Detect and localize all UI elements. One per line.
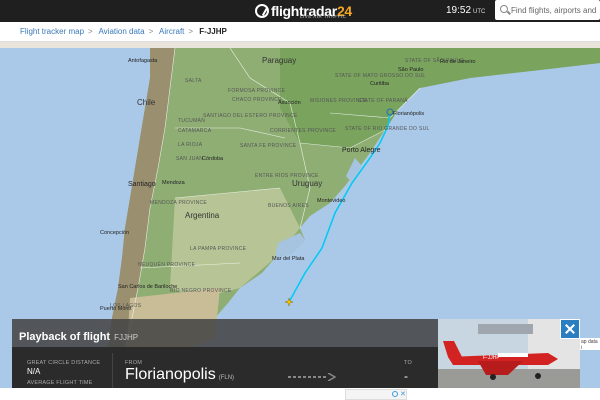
breadcrumb-current: F-JJHP bbox=[199, 27, 227, 36]
breadcrumb: Flight tracker map > Aviation data > Aircr… bbox=[0, 22, 600, 42]
avg-flight-time-label: AVERAGE FLIGHT TIME bbox=[27, 380, 93, 386]
utc-clock: 19:52 UTC bbox=[446, 5, 486, 16]
from-airport[interactable]: Florianopolis (FLN) bbox=[125, 366, 234, 384]
map-label-region: Entre Ríos Province bbox=[255, 173, 319, 179]
close-photo-button[interactable] bbox=[560, 319, 580, 339]
map-label-region: State of Mato Grosso do Sul bbox=[335, 73, 426, 79]
map-label-region: Río Negro Province bbox=[170, 288, 232, 294]
map-label-region: Córdoba bbox=[202, 156, 224, 162]
map-label-city: Rio de Janeiro bbox=[440, 59, 476, 65]
great-circle-label: GREAT CIRCLE DISTANCE bbox=[27, 360, 101, 366]
map-label-region: San Juan bbox=[176, 156, 204, 162]
map-label-city: Mendoza bbox=[162, 180, 185, 186]
search-icon bbox=[500, 5, 508, 13]
search-box[interactable] bbox=[495, 0, 600, 20]
logo-subtitle: LIVE AIR TRAFFIC bbox=[300, 14, 347, 19]
map-label-city: Montevideo bbox=[317, 198, 346, 204]
map-label-city: Curitiba bbox=[370, 81, 389, 87]
map-data-strip: ap data i bbox=[580, 338, 600, 350]
map-label-city: San Carlos de Bariloche bbox=[118, 284, 178, 290]
map-label-region: Salta bbox=[185, 78, 202, 84]
playback-header: Playback of flight FJJHP bbox=[12, 319, 438, 347]
photo-registration: F-JJHP bbox=[483, 355, 500, 361]
map-label-region: Catamarca bbox=[178, 128, 212, 134]
map-label-region: Formosa Province bbox=[228, 88, 286, 94]
map-label-region: Puerto Montt bbox=[100, 306, 132, 312]
bottom-ad-bar bbox=[0, 388, 600, 400]
map-label-argentina: Argentina bbox=[185, 211, 220, 220]
map-label-city: São Paulo bbox=[398, 67, 424, 73]
map-label-region: Mendoza Province bbox=[150, 200, 208, 206]
map-label-city: Concepción bbox=[100, 230, 130, 236]
breadcrumb-aircraft[interactable]: Aircraft bbox=[159, 27, 184, 36]
map-label-region: Chaco Province bbox=[232, 97, 282, 103]
map-label-city: Mar del Plata bbox=[272, 256, 305, 262]
breadcrumb-flight-tracker-map[interactable]: Flight tracker map bbox=[20, 27, 84, 36]
playback-title: Playback of flight bbox=[19, 331, 111, 343]
map-label-region: Santiago del Estero Province bbox=[203, 113, 298, 119]
map-label-city: Porto Alegre bbox=[342, 147, 381, 154]
breadcrumb-separator: > bbox=[88, 27, 93, 36]
to-label: TO bbox=[404, 360, 412, 366]
top-bar: flightradar24 LIVE AIR TRAFFIC 19:52 UTC bbox=[0, 0, 600, 22]
map-label-chile: Chile bbox=[137, 98, 156, 107]
breadcrumb-separator: > bbox=[148, 27, 154, 36]
map-label-region: Neuquén Province bbox=[138, 262, 196, 268]
map-label-city: Florianópolis bbox=[393, 111, 425, 117]
ad-info-icon[interactable] bbox=[392, 391, 398, 397]
map-label-uruguay: Uruguay bbox=[292, 179, 323, 188]
map-label-region: La Pampa Province bbox=[190, 246, 247, 252]
map-label-paraguay: Paraguay bbox=[262, 56, 297, 65]
breadcrumb-aviation-data[interactable]: Aviation data bbox=[98, 27, 144, 36]
ad-close-icon[interactable]: ✕ bbox=[400, 390, 406, 398]
route-arrow-icon bbox=[288, 373, 336, 381]
map-label-city: Asunción bbox=[278, 100, 301, 106]
map-label-region: Tucumán bbox=[178, 118, 206, 124]
breadcrumb-separator: > bbox=[188, 27, 194, 36]
map-label-region: La Rioja bbox=[178, 142, 203, 148]
map-label-region: Buenos Aires bbox=[268, 203, 309, 209]
map-label-region: Corrientes Province bbox=[270, 128, 336, 134]
playback-registration[interactable]: FJJHP bbox=[114, 333, 138, 342]
map-label-region: State of Paraná bbox=[358, 98, 408, 104]
aircraft-photo-image: F-JJHP bbox=[438, 319, 580, 388]
to-airport: - bbox=[404, 369, 408, 383]
map-label-region: State of Rio Grande do Sul bbox=[345, 126, 430, 132]
radar-icon bbox=[255, 4, 269, 18]
aircraft-icon bbox=[284, 297, 294, 307]
great-circle-value: N/A bbox=[27, 367, 41, 376]
map-label-city: Santiago bbox=[128, 181, 156, 188]
map-label-region: Santa Fe Province bbox=[240, 143, 297, 149]
search-input[interactable] bbox=[511, 3, 599, 17]
aircraft-photo[interactable]: F-JJHP bbox=[438, 319, 580, 388]
map-label-city: Antofagasta bbox=[128, 58, 158, 64]
